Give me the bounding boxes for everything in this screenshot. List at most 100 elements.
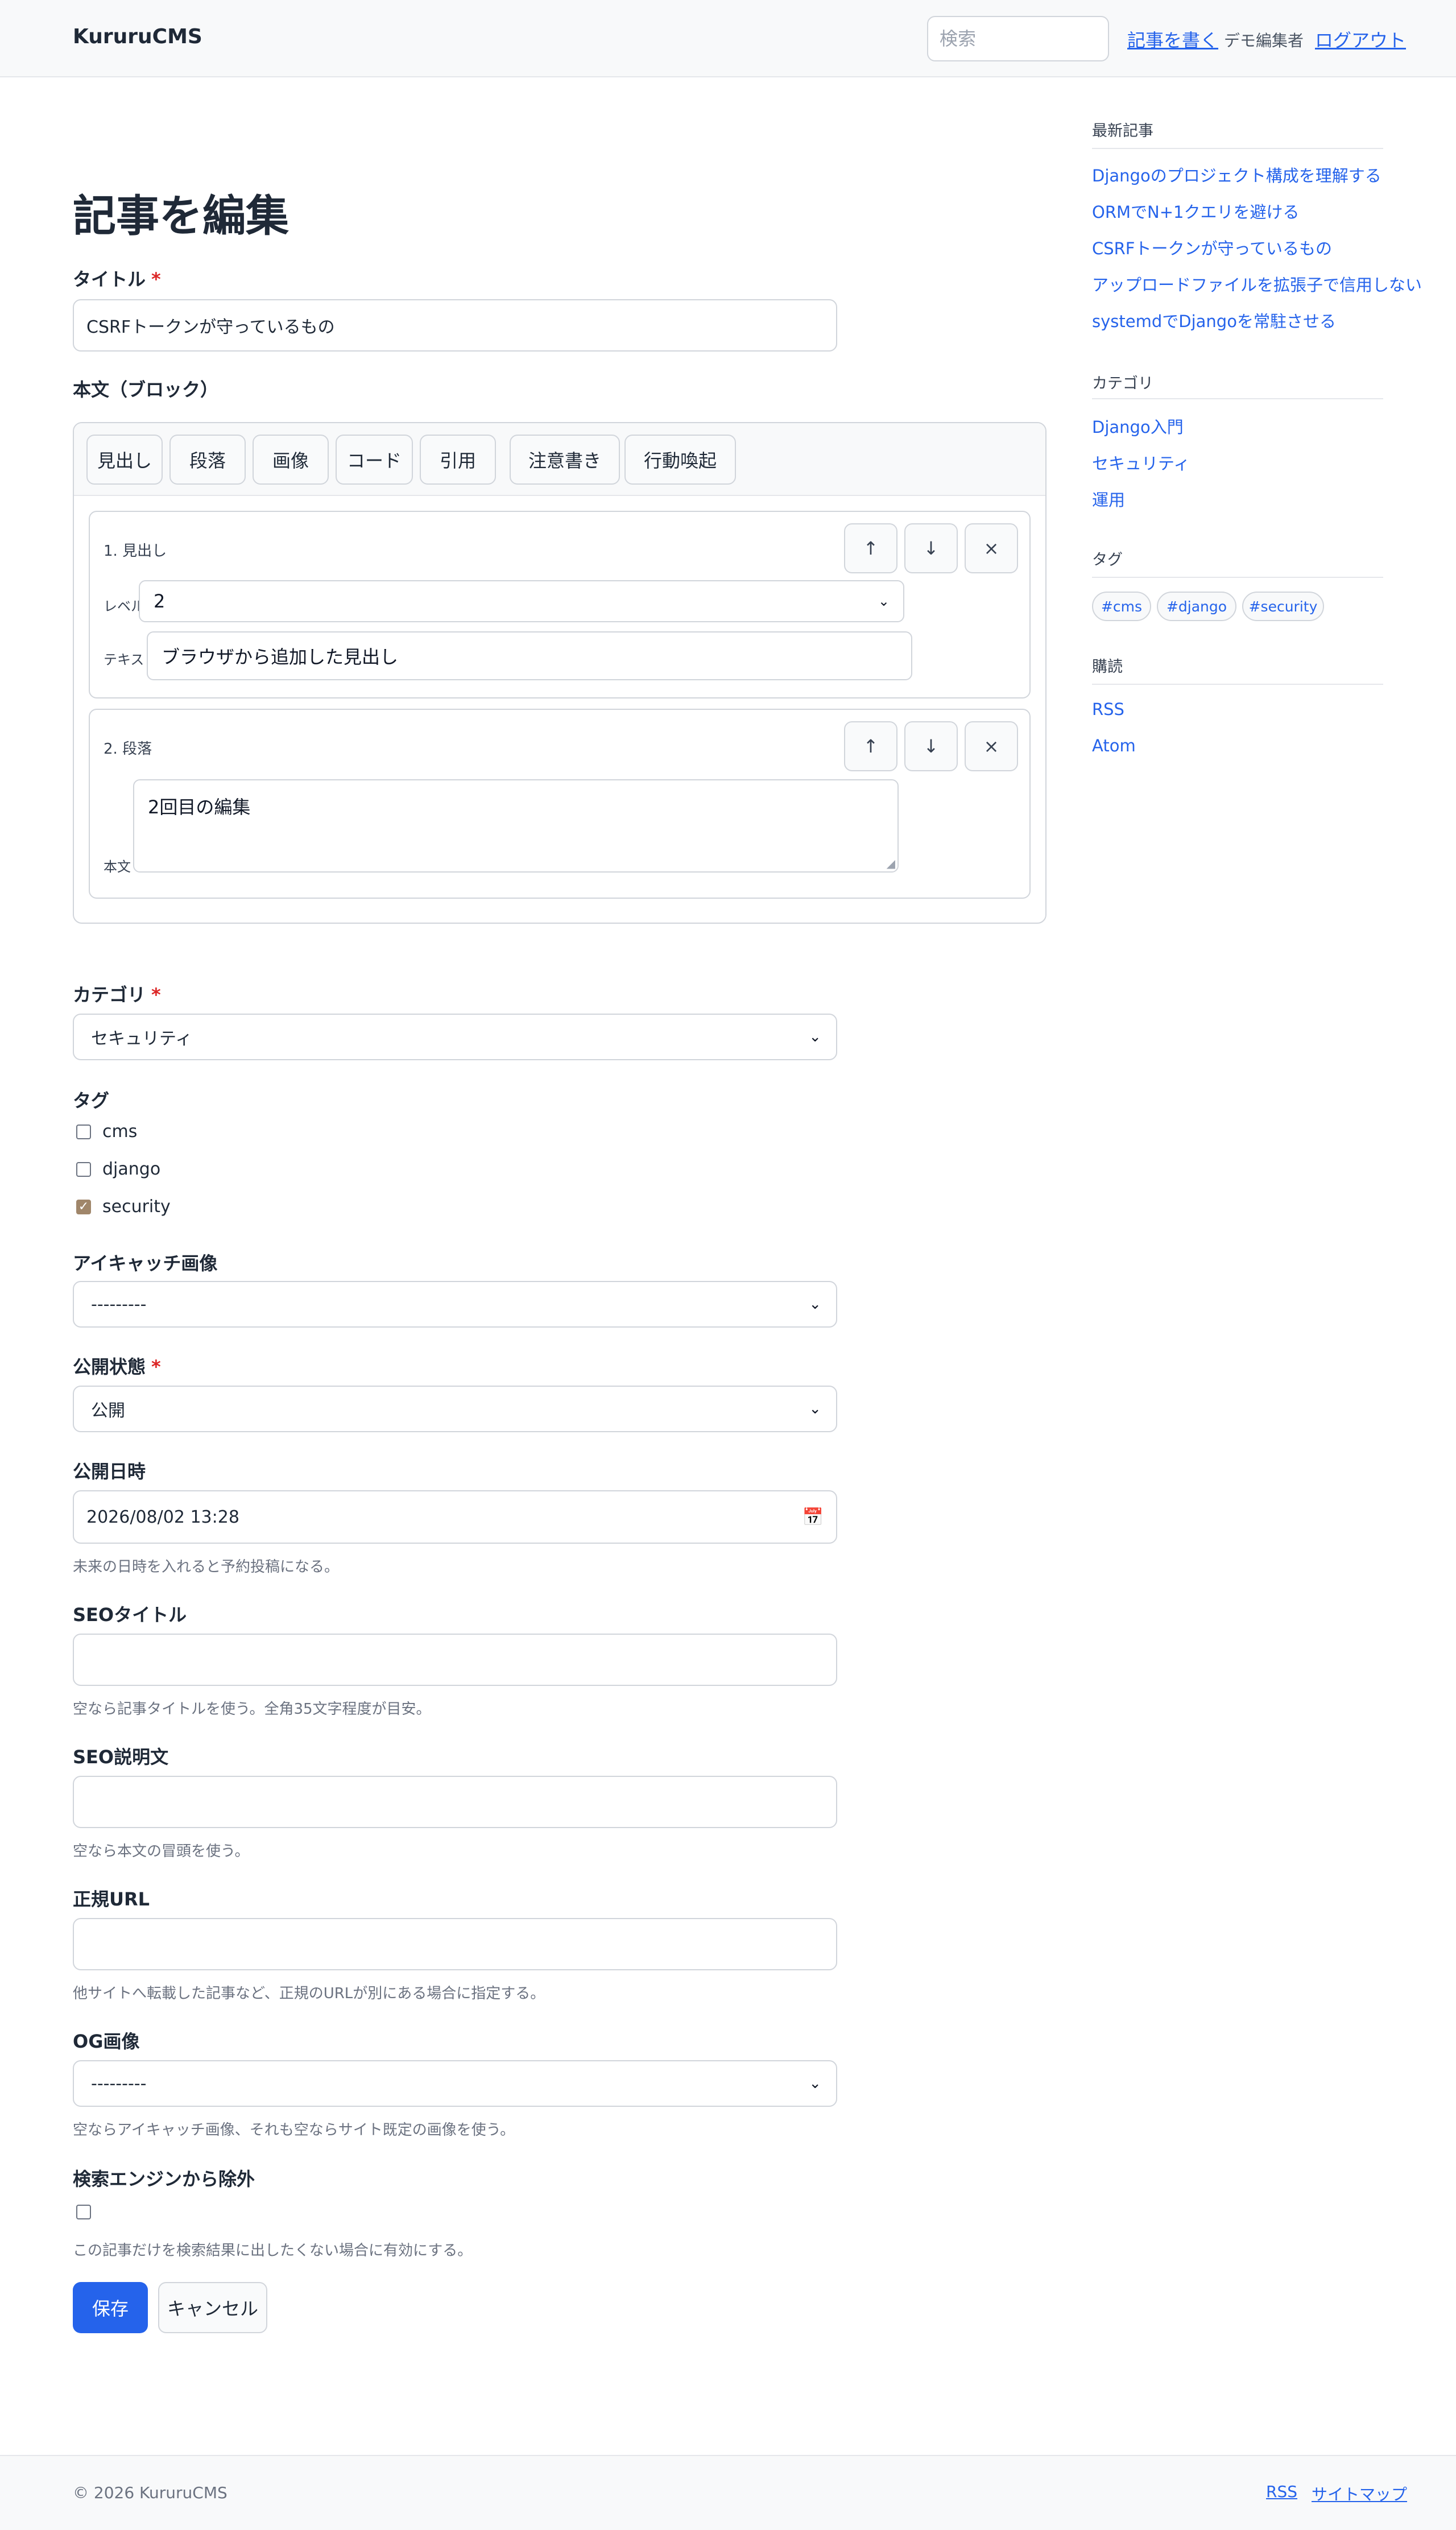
heading-text-input[interactable]: ブラウザから追加した見出し — [147, 631, 912, 680]
page-title: 記事を編集 — [73, 191, 289, 241]
tag-chip-security[interactable]: #security — [1242, 592, 1324, 621]
canonical-url-input[interactable] — [73, 1918, 837, 1970]
divider — [1092, 684, 1383, 685]
noindex-help: この記事だけを検索結果に出したくない場合に有効にする。 — [73, 2242, 473, 2259]
write-article-link[interactable]: 記事を書く — [1127, 26, 1218, 52]
tag-chip-django[interactable]: #django — [1157, 592, 1236, 621]
logout-link[interactable]: ログアウト — [1315, 26, 1406, 52]
tag-chip-cms[interactable]: #cms — [1092, 592, 1151, 621]
close-icon: × — [983, 538, 999, 559]
resize-handle-icon[interactable]: ◢ — [887, 857, 895, 870]
cancel-button[interactable]: キャンセル — [158, 2282, 267, 2333]
tags-label: タグ — [73, 1090, 110, 1111]
noindex-label: 検索エンジンから除外 — [73, 2168, 255, 2190]
remove-block-button[interactable]: × — [965, 721, 1018, 771]
seo-title-help: 空なら記事タイトルを使う。全角35文字程度が目安。 — [73, 1701, 431, 1718]
divider — [1092, 148, 1383, 149]
seo-desc-help: 空なら本文の冒頭を使う。 — [73, 1843, 250, 1860]
site-header: KururuCMS 記事を書く デモ編集者 ログアウト — [0, 0, 1456, 77]
checkbox[interactable] — [76, 1124, 91, 1139]
subscribe-heading: 購読 — [1092, 658, 1123, 676]
category-link[interactable]: 運用 — [1092, 487, 1125, 511]
tag-option-security[interactable]: ✓ security — [76, 1197, 171, 1217]
site-footer: © 2026 KururuCMS RSS サイトマップ — [0, 2455, 1456, 2530]
level-select[interactable]: 2 ⌄ — [139, 580, 904, 622]
block-title: 2. 段落 — [104, 741, 152, 758]
og-image-help: 空ならアイキャッチ画像、それも空ならサイト既定の画像を使う。 — [73, 2122, 515, 2139]
title-input[interactable]: CSRFトークンが守っているもの — [73, 299, 837, 352]
calendar-icon[interactable]: 📅 — [803, 1507, 824, 1527]
site-brand[interactable]: KururuCMS — [73, 25, 202, 48]
arrow-up-icon: ↑ — [863, 735, 879, 757]
paragraph-textarea[interactable]: 2回目の編集 ◢ — [133, 779, 899, 873]
arrow-down-icon: ↓ — [923, 735, 939, 757]
divider — [1092, 577, 1383, 578]
move-down-button[interactable]: ↓ — [904, 721, 958, 771]
recent-article-link[interactable]: Djangoのプロジェクト構成を理解する — [1092, 163, 1381, 187]
tag-option-django[interactable]: django — [76, 1159, 160, 1179]
published-datetime-input[interactable]: 2026/08/02 13:28 📅 — [73, 1490, 837, 1544]
noindex-checkbox[interactable] — [76, 2205, 91, 2219]
save-button[interactable]: 保存 — [73, 2282, 148, 2333]
block-title: 1. 見出し — [104, 543, 167, 560]
add-heading-button[interactable]: 見出し — [86, 435, 163, 485]
add-quote-button[interactable]: 引用 — [420, 435, 496, 485]
required-mark: * — [151, 984, 161, 1006]
recent-article-link[interactable]: アップロードファイルを拡張子で信用しない — [1092, 272, 1422, 296]
body-label: 本文（ブロック） — [73, 379, 219, 400]
arrow-up-icon: ↑ — [863, 538, 879, 559]
rss-link[interactable]: RSS — [1092, 700, 1124, 719]
recent-article-link[interactable]: ORMでN+1クエリを避ける — [1092, 199, 1299, 223]
tags-heading: タグ — [1092, 551, 1123, 569]
checkbox[interactable] — [76, 1161, 91, 1177]
footer-sitemap-link[interactable]: サイトマップ — [1312, 2482, 1407, 2505]
published-label: 公開日時 — [73, 1461, 146, 1482]
seo-desc-input[interactable] — [73, 1776, 837, 1828]
recent-article-link[interactable]: CSRFトークンが守っているもの — [1092, 235, 1332, 259]
add-paragraph-button[interactable]: 段落 — [169, 435, 246, 485]
footer-rss-link[interactable]: RSS — [1266, 2482, 1297, 2501]
move-down-button[interactable]: ↓ — [904, 523, 958, 573]
chevron-down-icon: ⌄ — [878, 593, 890, 609]
eyecatch-select[interactable]: --------- ⌄ — [73, 1281, 837, 1328]
og-image-select[interactable]: --------- ⌄ — [73, 2060, 837, 2107]
noindex-option[interactable] — [76, 2205, 102, 2219]
category-label: カテゴリ * — [73, 984, 161, 1006]
recent-article-link[interactable]: systemdでDjangoを常駐させる — [1092, 308, 1336, 332]
category-select[interactable]: セキュリティ ⌄ — [73, 1014, 837, 1060]
seo-title-input[interactable] — [73, 1634, 837, 1686]
category-link[interactable]: Django入門 — [1092, 414, 1184, 438]
canonical-label: 正規URL — [73, 1888, 150, 1910]
og-image-label: OG画像 — [73, 2031, 140, 2052]
required-mark: * — [151, 268, 161, 290]
remove-block-button[interactable]: × — [965, 523, 1018, 573]
search-input[interactable] — [927, 16, 1109, 61]
recent-articles-heading: 最新記事 — [1092, 122, 1153, 140]
category-link[interactable]: セキュリティ — [1092, 450, 1190, 474]
chevron-down-icon: ⌄ — [809, 1028, 821, 1045]
block-editor: 見出し 段落 画像 コード 引用 注意書き 行動喚起 1. 見出し ↑ ↓ × … — [73, 422, 1046, 924]
move-up-button[interactable]: ↑ — [844, 721, 897, 771]
current-user: デモ編集者 — [1224, 31, 1304, 50]
status-select[interactable]: 公開 ⌄ — [73, 1386, 837, 1432]
status-label: 公開状態 * — [73, 1356, 161, 1378]
divider — [1092, 398, 1383, 399]
eyecatch-label: アイキャッチ画像 — [73, 1252, 218, 1274]
seo-desc-label: SEO説明文 — [73, 1746, 169, 1768]
atom-link[interactable]: Atom — [1092, 736, 1136, 755]
checkbox-checked[interactable]: ✓ — [76, 1199, 91, 1214]
tag-option-cms[interactable]: cms — [76, 1122, 137, 1142]
chevron-down-icon: ⌄ — [809, 2075, 821, 2092]
add-note-button[interactable]: 注意書き — [510, 435, 620, 485]
published-help: 未来の日時を入れると予約投稿になる。 — [73, 1558, 340, 1576]
add-image-button[interactable]: 画像 — [253, 435, 329, 485]
add-code-button[interactable]: コード — [336, 435, 413, 485]
block-paragraph: 2. 段落 ↑ ↓ × 2回目の編集 ◢ 本文 — [89, 709, 1031, 899]
add-cta-button[interactable]: 行動喚起 — [624, 435, 736, 485]
title-label: タイトル * — [73, 268, 161, 290]
canonical-help: 他サイトへ転載した記事など、正規のURLが別にある場合に指定する。 — [73, 1985, 545, 2002]
required-mark: * — [151, 1356, 161, 1378]
arrow-down-icon: ↓ — [923, 538, 939, 559]
move-up-button[interactable]: ↑ — [844, 523, 897, 573]
seo-title-label: SEOタイトル — [73, 1604, 187, 1626]
